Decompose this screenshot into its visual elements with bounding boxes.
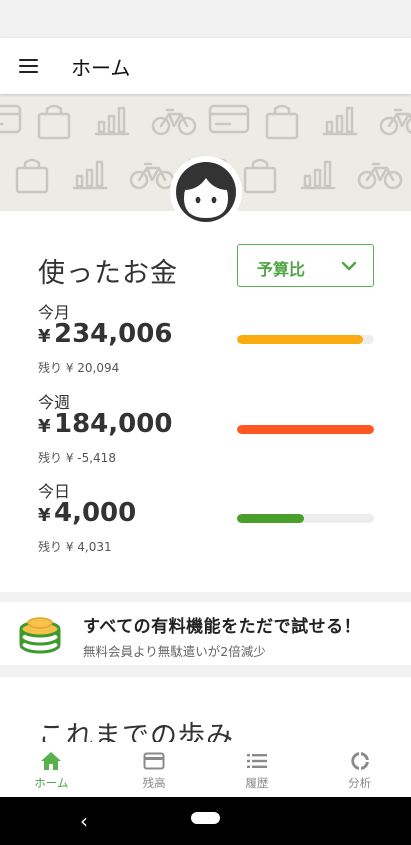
wallet-icon bbox=[0, 104, 22, 134]
currency-symbol: ¥ bbox=[38, 505, 51, 526]
progress-track bbox=[237, 514, 374, 523]
amount-value: 234,006 bbox=[54, 319, 173, 349]
premium-trial-banner[interactable]: すべての有料機能をただで試せる！ 無料会員より無駄遣いが2倍減少 bbox=[0, 602, 411, 665]
shopping-bag-icon bbox=[265, 104, 299, 140]
avatar[interactable] bbox=[170, 156, 242, 228]
spending-title: 使ったお金 bbox=[38, 258, 178, 289]
nav-label-home: ホーム bbox=[34, 776, 69, 790]
nav-item-analysis[interactable]: 分析 bbox=[308, 742, 411, 797]
nav-label-analysis: 分析 bbox=[348, 776, 372, 790]
system-navigation-bar: ‹ bbox=[0, 797, 411, 845]
bar-chart-icon bbox=[300, 160, 336, 190]
bottom-navigation: ホーム 残高 履歴 分析 bbox=[0, 742, 411, 797]
progress-fill bbox=[237, 514, 305, 523]
period-month[interactable]: 今月 ¥ 234,006 残り ¥ 20,094 bbox=[38, 299, 378, 379]
progress-track bbox=[237, 425, 374, 434]
wallet-icon bbox=[208, 104, 250, 134]
status-bar bbox=[0, 0, 411, 38]
credit-card-icon bbox=[142, 750, 166, 772]
hamburger-menu-icon[interactable] bbox=[10, 48, 46, 84]
remaining-text: 残り ¥ 20,094 bbox=[38, 361, 120, 375]
bicycle-icon bbox=[151, 108, 197, 136]
donut-chart-icon bbox=[348, 750, 372, 772]
spending-card: 使ったお金 予算比 今月 ¥ 234,006 残り ¥ 20,094 今週 ¥ … bbox=[0, 211, 411, 592]
history-card: これまでの歩み bbox=[0, 677, 411, 742]
remaining-text: 残り ¥ -5,418 bbox=[38, 451, 116, 465]
shopping-bag-icon bbox=[15, 158, 49, 194]
bicycle-icon bbox=[129, 162, 175, 190]
budget-ratio-label: 予算比 bbox=[257, 260, 306, 279]
progress-fill bbox=[237, 335, 364, 344]
nav-label-history: 履歴 bbox=[245, 776, 269, 790]
period-week[interactable]: 今週 ¥ 184,000 残り ¥ -5,418 bbox=[38, 389, 378, 469]
history-title: これまでの歩み bbox=[38, 721, 234, 742]
amount-value: 184,000 bbox=[54, 409, 173, 439]
home-icon bbox=[39, 750, 63, 772]
progress-fill bbox=[237, 425, 374, 434]
shopping-bag-icon bbox=[243, 158, 277, 194]
bar-chart-icon bbox=[94, 106, 130, 136]
list-icon bbox=[245, 750, 269, 772]
remaining-text: 残り ¥ 4,031 bbox=[38, 540, 112, 554]
bicycle-icon bbox=[357, 162, 403, 190]
coin-stack-icon bbox=[19, 617, 61, 654]
avatar-face-icon bbox=[176, 162, 236, 222]
app-bar: ホーム bbox=[0, 38, 411, 94]
nav-item-home[interactable]: ホーム bbox=[0, 742, 103, 797]
period-day[interactable]: 今日 ¥ 4,000 残り ¥ 4,031 bbox=[38, 478, 378, 558]
currency-symbol: ¥ bbox=[38, 326, 51, 347]
back-chevron-icon[interactable]: ‹ bbox=[80, 809, 88, 833]
promo-subtitle: 無料会員より無駄遣いが2倍減少 bbox=[83, 644, 266, 659]
promo-title: すべての有料機能をただで試せる！ bbox=[83, 617, 362, 637]
bicycle-icon bbox=[379, 108, 411, 136]
chevron-down-icon bbox=[341, 261, 357, 271]
nav-item-history[interactable]: 履歴 bbox=[206, 742, 309, 797]
bar-chart-icon bbox=[72, 160, 108, 190]
currency-symbol: ¥ bbox=[38, 416, 51, 437]
page-title: ホーム bbox=[71, 56, 131, 80]
nav-label-balance: 残高 bbox=[142, 776, 166, 790]
shopping-bag-icon bbox=[37, 104, 71, 140]
progress-track bbox=[237, 335, 374, 344]
bar-chart-icon bbox=[322, 106, 358, 136]
budget-ratio-select[interactable]: 予算比 bbox=[237, 244, 374, 287]
amount-value: 4,000 bbox=[54, 498, 137, 528]
home-pill-icon[interactable] bbox=[191, 812, 220, 824]
nav-item-balance[interactable]: 残高 bbox=[103, 742, 206, 797]
